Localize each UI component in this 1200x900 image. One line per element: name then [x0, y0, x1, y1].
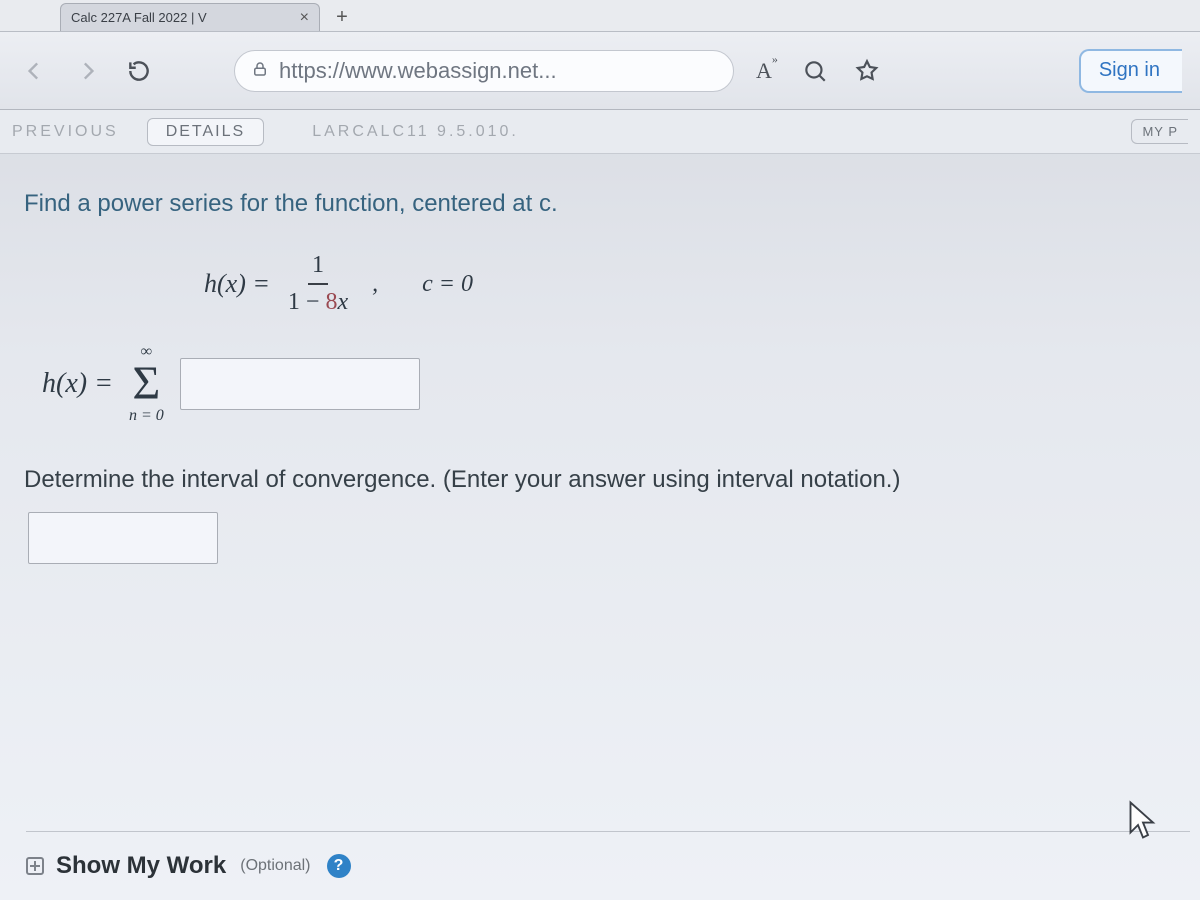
series-lhs: h(x) =	[42, 368, 113, 400]
show-my-work-subtitle: (Optional)	[240, 857, 310, 875]
show-my-work-title[interactable]: Show My Work	[56, 852, 226, 880]
url-input[interactable]	[279, 58, 717, 84]
toolbar-right-icons: A»	[756, 56, 882, 86]
convergence-prompt: Determine the interval of convergence. (…	[24, 466, 1176, 494]
fraction-numerator: 1	[308, 252, 328, 285]
lock-icon	[251, 58, 269, 84]
interval-input[interactable]	[28, 512, 218, 564]
favorite-icon[interactable]	[852, 56, 882, 86]
series-term-input[interactable]	[180, 358, 420, 410]
sigma-icon: ∞ Σ n = 0	[129, 344, 164, 424]
tab-title: Calc 227A Fall 2022 | V	[71, 10, 207, 25]
sign-in-button[interactable]: Sign in	[1079, 49, 1182, 93]
breadcrumb: PREVIOUS	[12, 123, 119, 141]
function-definition: h(x) = 1 1 − 8x , c = 0	[24, 252, 1176, 316]
expand-toggle-icon[interactable]	[26, 857, 44, 875]
center-value: c = 0	[422, 271, 473, 298]
show-my-work-panel: Show My Work (Optional) ?	[26, 831, 1190, 880]
trailing-comma: ,	[372, 271, 378, 298]
question-reference: LARCALC11 9.5.010.	[312, 123, 519, 141]
function-lhs: h(x) =	[204, 269, 270, 299]
browser-tab[interactable]: Calc 227A Fall 2022 | V ×	[60, 3, 320, 31]
series-answer-row: h(x) = ∞ Σ n = 0	[24, 344, 1176, 424]
address-bar[interactable]	[234, 50, 734, 92]
question-content: Find a power series for the function, ce…	[0, 154, 1200, 588]
question-prompt: Find a power series for the function, ce…	[24, 190, 1176, 218]
fraction-denominator: 1 − 8x	[288, 285, 348, 316]
new-tab-button[interactable]: +	[328, 3, 356, 31]
help-icon[interactable]: ?	[327, 854, 351, 878]
zoom-icon[interactable]	[800, 56, 830, 86]
tab-strip: Calc 227A Fall 2022 | V × +	[0, 0, 1200, 32]
fraction: 1 1 − 8x	[288, 252, 348, 316]
assignment-subnav: PREVIOUS DETAILS LARCALC11 9.5.010. MY P	[0, 110, 1200, 154]
refresh-button[interactable]	[122, 54, 156, 88]
forward-button[interactable]	[70, 54, 104, 88]
details-button[interactable]: DETAILS	[147, 118, 265, 146]
plus-icon: +	[336, 6, 348, 29]
back-button[interactable]	[18, 54, 52, 88]
my-progress-badge: MY P	[1131, 119, 1188, 144]
browser-toolbar: A» Sign in	[0, 32, 1200, 110]
close-icon[interactable]: ×	[300, 9, 309, 27]
read-aloud-button[interactable]: A»	[756, 58, 778, 84]
